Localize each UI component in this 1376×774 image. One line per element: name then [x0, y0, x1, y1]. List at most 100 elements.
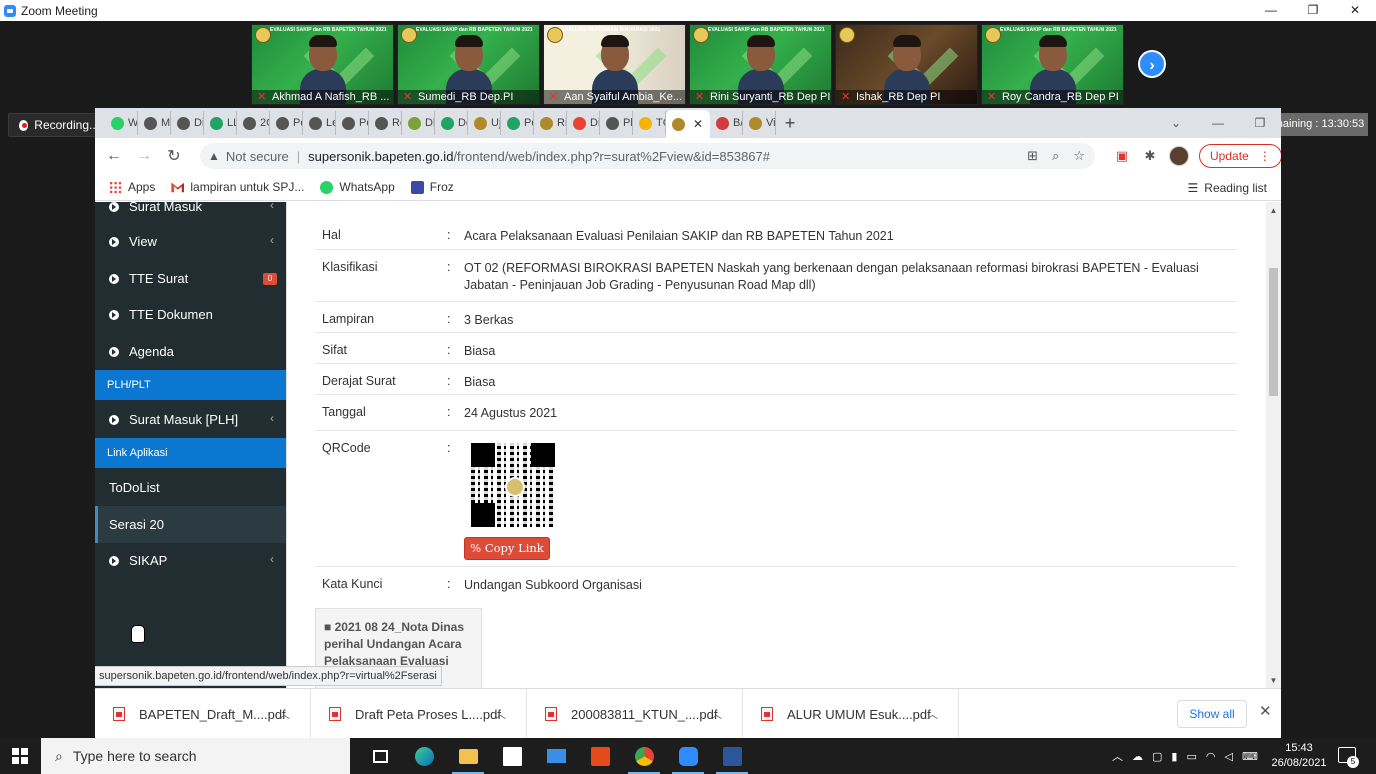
microphone-icon[interactable]: ▮: [1171, 750, 1177, 763]
chevron-up-icon[interactable]: ︿: [1112, 748, 1123, 764]
reading-list-button[interactable]: ☰ Reading list: [1188, 174, 1267, 201]
device-icon[interactable]: ▢: [1152, 750, 1162, 763]
zoom-app-icon[interactable]: [666, 738, 710, 774]
update-button[interactable]: Update ⋮: [1199, 144, 1281, 168]
browser-tab[interactable]: 2C: [237, 111, 270, 135]
browser-minimize-icon[interactable]: —: [1197, 116, 1239, 130]
onedrive-icon[interactable]: ☁: [1132, 750, 1143, 763]
sidebar-item-sikap[interactable]: SIKAP ‹: [95, 542, 286, 579]
browser-tab[interactable]: Vi: [743, 111, 776, 135]
security-status[interactable]: Not secure: [226, 149, 289, 164]
scroll-up-icon[interactable]: ▲: [1266, 206, 1281, 215]
browser-tab[interactable]: Di: [171, 111, 204, 135]
browser-tab[interactable]: Ri: [534, 111, 567, 135]
extension-icon[interactable]: ▣: [1113, 147, 1131, 165]
copy-link-button[interactable]: % Copy Link: [464, 537, 550, 560]
sidebar-item-tte-surat[interactable]: TTE Surat 0: [95, 260, 286, 297]
edge-icon[interactable]: [402, 738, 446, 774]
browser-tab[interactable]: M: [138, 111, 171, 135]
new-tab-icon[interactable]: +: [776, 113, 804, 134]
bookmark-item[interactable]: WhatsApp: [320, 180, 395, 194]
browser-tab[interactable]: W: [105, 111, 138, 135]
next-page-icon[interactable]: ›: [1138, 50, 1166, 78]
browser-tab[interactable]: B/: [710, 111, 743, 135]
show-all-button[interactable]: Show all: [1177, 700, 1247, 728]
browser-tab[interactable]: Pe: [501, 111, 534, 135]
browser-tab[interactable]: Le: [303, 111, 336, 135]
browser-tab[interactable]: Uj: [468, 111, 501, 135]
participant-name: Roy Candra_RB Dep PI: [982, 90, 1123, 104]
system-clock[interactable]: 15:43 26/08/2021: [1268, 741, 1330, 771]
close-icon[interactable]: ✕: [1259, 702, 1272, 720]
video-tile[interactable]: EVALUASI SAKIP dan RB BAPETEN TAHUN 2021…: [689, 24, 832, 105]
browser-tab[interactable]: Pl: [600, 111, 633, 135]
zoom-icon[interactable]: ⌕: [1052, 148, 1059, 164]
word-icon[interactable]: [710, 738, 754, 774]
recording-indicator[interactable]: Recording...: [8, 113, 100, 137]
video-tile[interactable]: EVALUASI SAKIP dan RB BAPETEN TAHUN 2021…: [981, 24, 1124, 105]
page-scrollbar[interactable]: ▲ ▼: [1266, 202, 1281, 688]
bookmark-item[interactable]: lampiran untuk SPJ...: [171, 180, 304, 194]
chrome-icon[interactable]: [622, 738, 666, 774]
browser-tab[interactable]: Re: [369, 111, 402, 135]
file-explorer-icon[interactable]: [446, 738, 490, 774]
video-tile[interactable]: EVALUASI SAKIP dan RB BAPETEN TAHUN 2021…: [397, 24, 540, 105]
scroll-down-icon[interactable]: ▼: [1266, 676, 1281, 685]
video-tile[interactable]: Ishak_RB Dep PI ✕: [835, 24, 978, 105]
bookmark-star-icon[interactable]: ☆: [1073, 148, 1085, 164]
bookmark-item[interactable]: Apps: [109, 180, 155, 194]
download-item[interactable]: ALUR UMUM Esuk....pdf ︿: [743, 689, 959, 739]
browser-tab[interactable]: Di: [567, 111, 600, 135]
download-item[interactable]: 200083811_KTUN_....pdf ︿: [527, 689, 743, 739]
mail-icon[interactable]: [534, 738, 578, 774]
browser-tab-active[interactable]: ✕: [666, 110, 710, 138]
sidebar-item-surat-masuk-plh[interactable]: Surat Masuk [PLH] ‹: [95, 401, 286, 438]
browser-restore-icon[interactable]: ❐: [1239, 116, 1281, 130]
browser-tab[interactable]: Pc: [270, 111, 303, 135]
maximize-button[interactable]: ❐: [1292, 0, 1334, 21]
windows-start-icon[interactable]: [12, 748, 28, 764]
language-icon[interactable]: ⌨: [1242, 750, 1258, 763]
battery-icon[interactable]: ▭: [1186, 750, 1196, 763]
taskbar-search[interactable]: ⌕ Type here to search: [41, 738, 350, 774]
chevron-up-icon[interactable]: ︿: [279, 706, 290, 722]
sidebar-item-serasi[interactable]: Serasi 20: [95, 506, 286, 543]
store-icon[interactable]: [490, 738, 534, 774]
address-bar[interactable]: ▲ Not secure | supersonik.bapeten.go.id …: [200, 143, 1095, 169]
profile-avatar[interactable]: [1169, 146, 1189, 166]
field-colon: :: [447, 441, 451, 455]
download-item[interactable]: Draft Peta Proses L....pdf ︿: [311, 689, 527, 739]
browser-tab[interactable]: TC: [633, 111, 666, 135]
sidebar-item-tte-dokumen[interactable]: TTE Dokumen: [95, 296, 286, 333]
chevron-up-icon[interactable]: ︿: [711, 706, 722, 722]
video-tile[interactable]: EVALUASI SAKIP dan RB BAPETEN TAHUN 2021…: [251, 24, 394, 105]
back-icon[interactable]: ←: [99, 147, 129, 165]
close-tab-icon[interactable]: ✕: [693, 117, 703, 131]
sidebar-item-agenda[interactable]: Agenda: [95, 333, 286, 370]
browser-tab[interactable]: Dl: [402, 111, 435, 135]
bookmark-item[interactable]: Froz: [410, 180, 454, 194]
chevron-up-icon[interactable]: ︿: [495, 706, 506, 722]
tab-search-icon[interactable]: ⌄: [1155, 116, 1197, 130]
volume-icon[interactable]: ◁: [1224, 750, 1232, 763]
task-view-icon[interactable]: [358, 738, 402, 774]
scroll-thumb[interactable]: [1269, 268, 1278, 396]
sidebar-item-surat-masuk[interactable]: Surat Masuk ‹: [95, 202, 286, 225]
reload-icon[interactable]: ↻: [159, 146, 189, 166]
wifi-icon[interactable]: ◠: [1206, 750, 1216, 763]
sidebar-item-view[interactable]: View ‹: [95, 223, 286, 260]
forward-icon[interactable]: →: [129, 147, 159, 165]
download-item[interactable]: BAPETEN_Draft_M....pdf ︿: [95, 689, 311, 739]
warning-icon[interactable]: ▲: [208, 149, 220, 163]
close-button[interactable]: ✕: [1334, 0, 1376, 21]
chevron-up-icon[interactable]: ︿: [927, 706, 938, 722]
browser-tab[interactable]: Dc: [435, 111, 468, 135]
browser-tab[interactable]: LL: [204, 111, 237, 135]
minimize-button[interactable]: —: [1250, 0, 1292, 21]
translate-icon[interactable]: ⊞: [1027, 148, 1038, 164]
video-tile[interactable]: EVALUASI REFORMASI BIROKRASI 2021 Aan Sya…: [543, 24, 686, 105]
office-icon[interactable]: [578, 738, 622, 774]
browser-tab[interactable]: Pe: [336, 111, 369, 135]
sidebar-item-todolist[interactable]: ToDoList: [95, 469, 286, 506]
puzzle-icon[interactable]: ✱: [1141, 147, 1159, 165]
